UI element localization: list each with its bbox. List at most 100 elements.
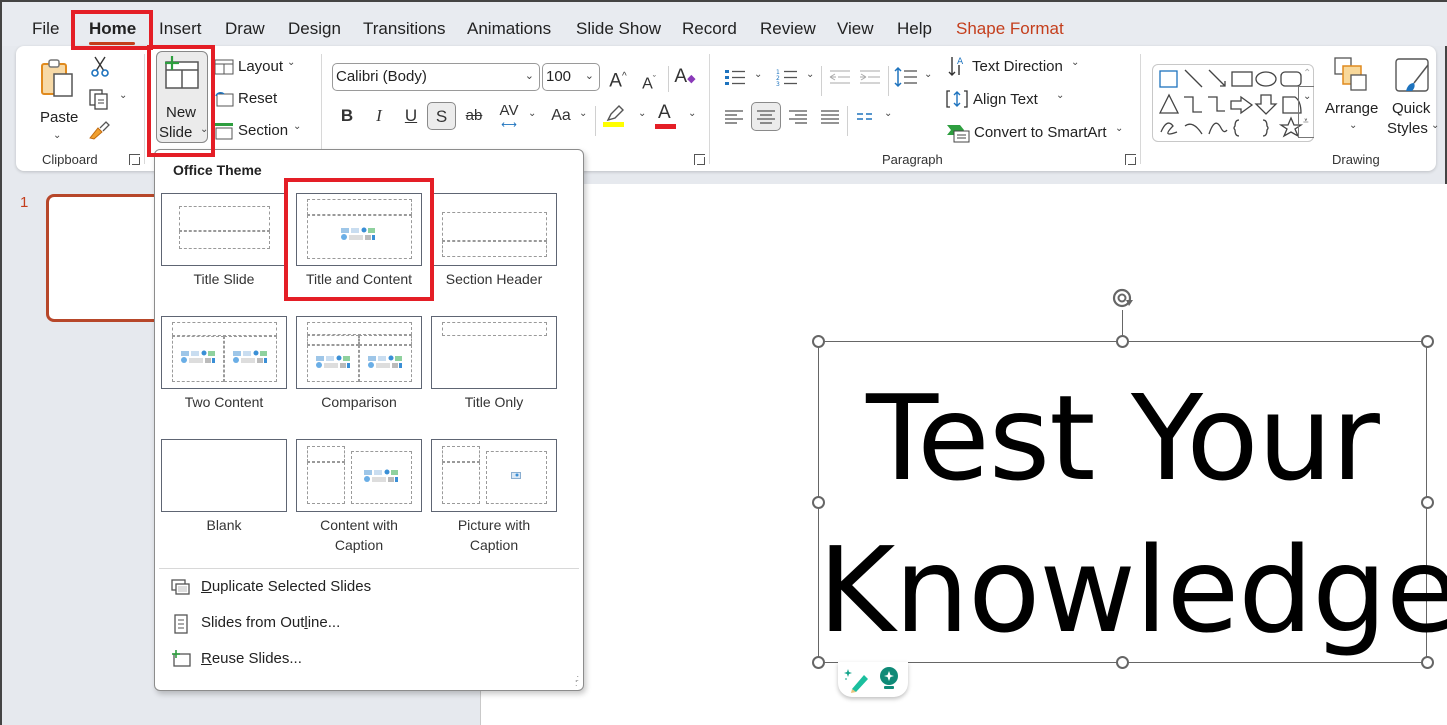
chevron-down-icon[interactable]: ⌄: [884, 108, 892, 119]
font-dialog-launcher-icon[interactable]: [694, 154, 705, 165]
align-left-icon[interactable]: [724, 109, 744, 125]
tab-transitions[interactable]: Transitions: [363, 19, 446, 39]
tab-home[interactable]: Home: [89, 19, 136, 39]
layout-title-and-content[interactable]: Title and Content: [296, 193, 422, 289]
section-button[interactable]: Section ⌄: [214, 120, 314, 142]
tab-insert[interactable]: Insert: [159, 19, 202, 39]
layout-button[interactable]: Layout ⌄: [214, 56, 314, 78]
change-case-button[interactable]: Aa: [545, 102, 577, 130]
designer-bulb-icon[interactable]: [878, 666, 900, 692]
resize-handle-right[interactable]: [1421, 496, 1434, 509]
chevron-down-icon[interactable]: ⌄: [806, 69, 814, 80]
convert-to-smartart-button[interactable]: Convert to SmartArt ⌄: [946, 120, 1126, 146]
gallery-scroll-down-icon[interactable]: ⌄: [1303, 91, 1311, 102]
font-size-combobox[interactable]: 100 ⌄: [542, 63, 600, 91]
layout-label: Two Content: [184, 394, 264, 410]
copy-icon[interactable]: [88, 88, 110, 110]
italic-button[interactable]: I: [366, 102, 392, 130]
section-icon: [215, 123, 233, 140]
svg-text:A: A: [957, 57, 964, 67]
tab-record[interactable]: Record: [682, 19, 737, 39]
tab-shape-format[interactable]: Shape Format: [956, 19, 1064, 39]
layout-content-with-caption[interactable]: Content with Caption: [296, 439, 422, 555]
text-direction-label: Text Direction: [972, 58, 1063, 75]
tab-slide-show[interactable]: Slide Show: [576, 19, 661, 39]
highlight-color-button[interactable]: [602, 104, 628, 130]
increase-indent-icon[interactable]: [859, 69, 881, 85]
layout-title-only[interactable]: Title Only: [431, 316, 557, 412]
tab-help[interactable]: Help: [897, 19, 932, 39]
layout-blank[interactable]: Blank: [161, 439, 287, 535]
paste-chevron-icon[interactable]: ⌄: [53, 130, 61, 141]
align-right-icon[interactable]: [788, 109, 808, 125]
gallery-more-icon[interactable]: ⩡: [1303, 116, 1309, 127]
layout-comparison[interactable]: Comparison: [296, 316, 422, 412]
resize-handle-left[interactable]: [812, 496, 825, 509]
quick-styles-button[interactable]: Quick Styles ⌄: [1387, 54, 1439, 144]
new-slide-button[interactable]: New Slide ⌄: [156, 51, 208, 143]
placeholder-box: [442, 462, 480, 504]
rewrite-pencil-icon[interactable]: [842, 667, 870, 693]
chevron-down-icon[interactable]: ⌄: [688, 108, 696, 119]
tab-animations[interactable]: Animations: [467, 19, 551, 39]
chevron-down-icon[interactable]: ⌄: [638, 108, 646, 119]
bold-button[interactable]: B: [334, 102, 360, 130]
resize-handle-top[interactable]: [1116, 335, 1129, 348]
layout-section-header[interactable]: Section Header: [431, 193, 557, 289]
line-spacing-icon[interactable]: [894, 66, 918, 88]
increase-font-size-icon[interactable]: A^: [605, 63, 631, 91]
align-center-button[interactable]: [751, 102, 781, 131]
layout-label: Title Slide: [193, 271, 255, 287]
strikethrough-button[interactable]: ab: [461, 102, 487, 130]
format-painter-icon[interactable]: [88, 120, 110, 140]
rotate-handle-icon[interactable]: [1111, 286, 1135, 310]
layout-two-content[interactable]: Two Content: [161, 316, 287, 412]
resize-handle-top-left[interactable]: [812, 335, 825, 348]
reset-button[interactable]: Reset: [214, 88, 294, 110]
content-icons-glyph: [364, 469, 398, 482]
character-spacing-button[interactable]: AV ⟷: [494, 100, 524, 131]
tab-file[interactable]: File: [32, 19, 59, 39]
tab-design[interactable]: Design: [288, 19, 341, 39]
clipboard-dialog-launcher-icon[interactable]: [129, 154, 140, 165]
paste-button[interactable]: Paste ⌄: [34, 54, 82, 141]
align-text-icon: [946, 90, 968, 108]
content-icons-glyph: [316, 355, 350, 368]
resize-handle-bottom-left[interactable]: [812, 656, 825, 669]
layout-title-slide[interactable]: Title Slide: [161, 193, 287, 289]
group-separator: [144, 54, 145, 164]
resize-handle-bottom-right[interactable]: [1421, 656, 1434, 669]
decrease-font-size-icon[interactable]: Aˇ: [636, 65, 662, 93]
text-direction-button[interactable]: A Text Direction ⌄: [948, 54, 1098, 80]
underline-button[interactable]: U: [398, 102, 424, 130]
paragraph-dialog-launcher-icon[interactable]: [1125, 154, 1136, 165]
highlighter-icon: [606, 105, 624, 122]
arrange-button[interactable]: Arrange ⌄: [1322, 54, 1380, 144]
numbering-icon[interactable]: 123: [776, 68, 798, 86]
tab-review[interactable]: Review: [760, 19, 816, 39]
font-color-button[interactable]: A: [653, 102, 679, 130]
tab-view[interactable]: View: [837, 19, 874, 39]
resize-handle-bottom[interactable]: [1116, 656, 1129, 669]
slide-title-text[interactable]: Test Your Knowledge: [818, 362, 1447, 666]
chevron-down-icon[interactable]: ⌄: [579, 108, 587, 119]
columns-icon[interactable]: [856, 112, 874, 122]
copy-chevron-icon[interactable]: ⌄: [119, 90, 127, 101]
bullets-icon[interactable]: [724, 68, 746, 86]
chevron-down-icon[interactable]: ⌄: [754, 69, 762, 80]
decrease-indent-icon[interactable]: [829, 69, 851, 85]
gallery-scroll-up-icon[interactable]: ⌃: [1303, 68, 1311, 79]
quick-styles-label-line1: Quick: [1392, 100, 1431, 117]
font-name-combobox[interactable]: Calibri (Body) ⌄: [332, 63, 540, 91]
align-text-button[interactable]: Align Text ⌄: [946, 87, 1066, 113]
resize-handle-top-right[interactable]: [1421, 335, 1434, 348]
cut-icon[interactable]: [90, 56, 110, 78]
justify-icon[interactable]: [820, 109, 840, 125]
chevron-down-icon[interactable]: ⌄: [924, 69, 932, 80]
text-shadow-button[interactable]: S: [427, 102, 456, 130]
tab-draw[interactable]: Draw: [225, 19, 265, 39]
layout-picture-with-caption[interactable]: Picture with Caption: [431, 439, 557, 555]
resize-grip-icon[interactable]: .::: [575, 674, 579, 688]
clear-formatting-icon[interactable]: A◆: [672, 63, 698, 91]
chevron-down-icon[interactable]: ⌄: [528, 108, 536, 119]
